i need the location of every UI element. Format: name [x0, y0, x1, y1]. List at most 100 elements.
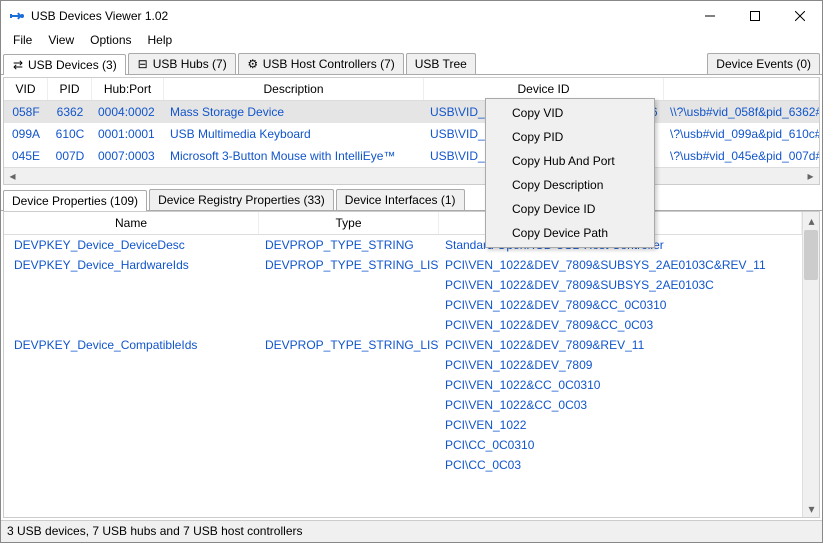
menu-file[interactable]: File	[5, 31, 40, 51]
scroll-up-icon[interactable]: ▴	[803, 212, 820, 229]
scroll-thumb[interactable]	[804, 230, 818, 280]
scroll-right-icon[interactable]: ▸	[802, 168, 819, 185]
cell-description: Microsoft 3-Button Mouse with IntelliEye…	[164, 147, 424, 165]
col-type[interactable]: Type	[259, 212, 439, 234]
usb-icon: ⇄	[12, 59, 24, 71]
cell-prop-name	[4, 416, 259, 434]
hub-icon: ⊟	[137, 58, 149, 70]
cell-prop-value: PCI\VEN_1022&CC_0C03	[439, 396, 802, 414]
tab-usb-tree[interactable]: USB Tree	[406, 53, 476, 74]
cell-prop-name	[4, 276, 259, 294]
close-button[interactable]	[777, 1, 822, 31]
col-hub[interactable]: Hub:Port	[92, 78, 164, 100]
tab-device-interfaces[interactable]: Device Interfaces (1)	[336, 189, 465, 210]
properties-table: Name Type DEVPKEY_Device_DeviceDescDEVPR…	[3, 211, 820, 518]
cell-pid: 007D	[48, 147, 92, 165]
cell-prop-value: PCI\VEN_1022&DEV_7809&REV_11	[439, 336, 802, 354]
col-description[interactable]: Description	[164, 78, 424, 100]
col-device-id[interactable]: Device ID	[424, 78, 664, 100]
cell-hub: 0001:0001	[92, 125, 164, 143]
gear-icon: ⚙	[247, 58, 259, 70]
cell-vid: 045E	[4, 147, 48, 165]
table-row[interactable]: 099A610C0001:0001USB Multimedia Keyboard…	[4, 123, 819, 145]
cell-prop-value: PCI\VEN_1022&DEV_7809&SUBSYS_2AE0103C	[439, 276, 802, 294]
ctx-copy-hub-port[interactable]: Copy Hub And Port	[488, 149, 652, 173]
tab-usb-devices[interactable]: ⇄USB Devices (3)	[3, 54, 126, 75]
cell-prop-name: DEVPKEY_Device_CompatibleIds	[4, 336, 259, 354]
cell-prop-type: DEVPROP_TYPE_STRING_LIST	[259, 256, 439, 274]
menu-options[interactable]: Options	[82, 31, 139, 51]
cell-hub: 0007:0003	[92, 147, 164, 165]
cell-prop-value: PCI\VEN_1022&DEV_7809&CC_0C0310	[439, 296, 802, 314]
device-table-header: VID PID Hub:Port Description Device ID	[4, 78, 819, 101]
col-device-path[interactable]	[664, 78, 819, 100]
col-vid[interactable]: VID	[4, 78, 48, 100]
vertical-scrollbar[interactable]: ▴ ▾	[802, 212, 819, 517]
cell-prop-type	[259, 296, 439, 314]
horizontal-scrollbar[interactable]: ◂ ▸	[4, 167, 819, 184]
tab-device-properties[interactable]: Device Properties (109)	[3, 190, 147, 211]
scroll-left-icon[interactable]: ◂	[4, 168, 21, 185]
table-row[interactable]: PCI\VEN_1022&DEV_7809&CC_0C0310	[4, 295, 802, 315]
cell-prop-name: DEVPKEY_Device_HardwareIds	[4, 256, 259, 274]
cell-prop-name	[4, 376, 259, 394]
table-row[interactable]: PCI\VEN_1022&DEV_7809&SUBSYS_2AE0103C	[4, 275, 802, 295]
menu-help[interactable]: Help	[140, 31, 181, 51]
table-row[interactable]: PCI\VEN_1022&DEV_7809	[4, 355, 802, 375]
table-row[interactable]: DEVPKEY_Device_HardwareIdsDEVPROP_TYPE_S…	[4, 255, 802, 275]
cell-prop-type	[259, 416, 439, 434]
cell-description: USB Multimedia Keyboard	[164, 125, 424, 143]
table-row[interactable]: 045E007D0007:0003Microsoft 3-Button Mous…	[4, 145, 819, 167]
status-bar: 3 USB devices, 7 USB hubs and 7 USB host…	[1, 520, 822, 542]
cell-device-path: \\?\usb#vid_058f&pid_6362#05	[664, 103, 819, 121]
cell-hub: 0004:0002	[92, 103, 164, 121]
cell-prop-name	[4, 396, 259, 414]
ctx-copy-device-path[interactable]: Copy Device Path	[488, 221, 652, 245]
ctx-copy-device-id[interactable]: Copy Device ID	[488, 197, 652, 221]
menu-view[interactable]: View	[40, 31, 82, 51]
ctx-copy-description[interactable]: Copy Description	[488, 173, 652, 197]
cell-prop-value: PCI\VEN_1022&DEV_7809&CC_0C03	[439, 316, 802, 334]
table-row[interactable]: PCI\VEN_1022	[4, 415, 802, 435]
cell-prop-name	[4, 436, 259, 454]
properties-tab-bar: Device Properties (109) Device Registry …	[1, 187, 822, 211]
maximize-button[interactable]	[732, 1, 777, 31]
ctx-copy-pid[interactable]: Copy PID	[488, 125, 652, 149]
tab-usb-hubs[interactable]: ⊟USB Hubs (7)	[128, 53, 236, 74]
tab-device-events[interactable]: Device Events (0)	[707, 53, 820, 74]
table-row[interactable]: PCI\VEN_1022&CC_0C03	[4, 395, 802, 415]
cell-prop-value: PCI\CC_0C03	[439, 456, 802, 474]
cell-prop-value: PCI\VEN_1022&CC_0C0310	[439, 376, 802, 394]
table-row[interactable]: PCI\CC_0C03	[4, 455, 802, 475]
tab-host-controllers[interactable]: ⚙USB Host Controllers (7)	[238, 53, 404, 74]
table-row[interactable]: 058F63620004:0002Mass Storage DeviceUSB\…	[4, 101, 819, 123]
table-row[interactable]: DEVPKEY_Device_CompatibleIdsDEVPROP_TYPE…	[4, 335, 802, 355]
ctx-copy-vid[interactable]: Copy VID	[488, 101, 652, 125]
menu-bar: File View Options Help	[1, 31, 822, 51]
cell-prop-name	[4, 296, 259, 314]
cell-prop-type	[259, 396, 439, 414]
tab-registry-properties[interactable]: Device Registry Properties (33)	[149, 189, 334, 210]
scroll-down-icon[interactable]: ▾	[803, 500, 820, 517]
col-name[interactable]: Name	[4, 212, 259, 234]
cell-prop-type	[259, 316, 439, 334]
cell-prop-type	[259, 436, 439, 454]
table-row[interactable]: DEVPKEY_Device_DeviceDescDEVPROP_TYPE_ST…	[4, 235, 802, 255]
cell-prop-type	[259, 356, 439, 374]
app-icon	[9, 8, 25, 24]
cell-device-path: \?\usb#vid_099a&pid_610c#5&	[664, 125, 819, 143]
table-row[interactable]: PCI\VEN_1022&DEV_7809&CC_0C03	[4, 315, 802, 335]
minimize-button[interactable]	[687, 1, 732, 31]
col-pid[interactable]: PID	[48, 78, 92, 100]
cell-prop-value: PCI\VEN_1022&DEV_7809	[439, 356, 802, 374]
table-row[interactable]: PCI\VEN_1022&CC_0C0310	[4, 375, 802, 395]
cell-prop-type	[259, 376, 439, 394]
cell-prop-value: PCI\VEN_1022&DEV_7809&SUBSYS_2AE0103C&RE…	[439, 256, 802, 274]
cell-prop-type: DEVPROP_TYPE_STRING_LIST	[259, 336, 439, 354]
cell-prop-name	[4, 456, 259, 474]
window-title: USB Devices Viewer 1.02	[31, 9, 687, 23]
device-table: VID PID Hub:Port Description Device ID 0…	[3, 77, 820, 185]
cell-pid: 610C	[48, 125, 92, 143]
table-row[interactable]: PCI\CC_0C0310	[4, 435, 802, 455]
cell-device-path: \?\usb#vid_045e&pid_007d#5	[664, 147, 819, 165]
